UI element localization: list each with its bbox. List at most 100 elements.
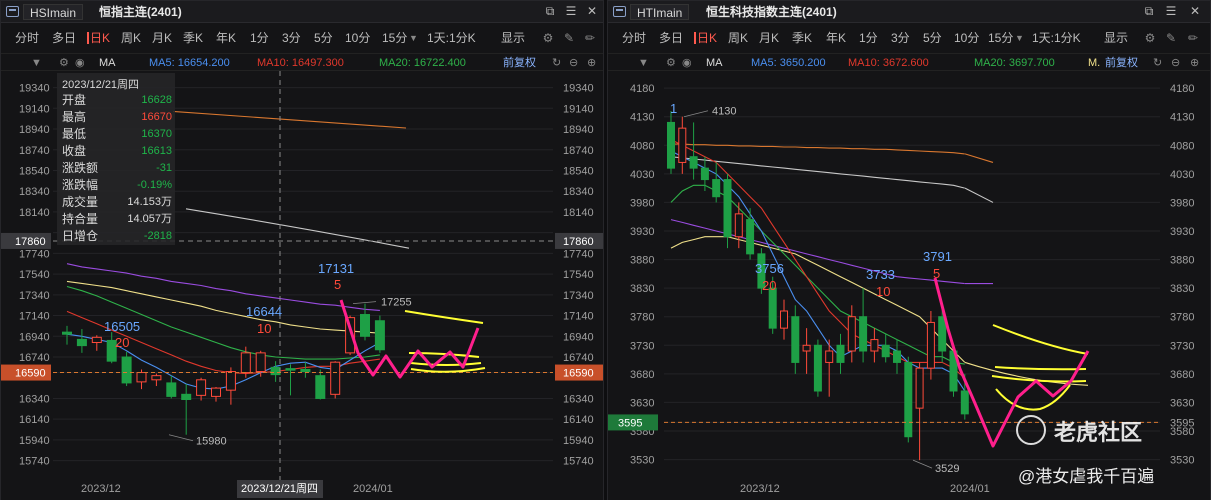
pencil-icon[interactable]: ✏	[1186, 31, 1200, 45]
gear-icon[interactable]: ⚙	[59, 54, 69, 72]
settings-list-icon[interactable]: ☰	[564, 4, 578, 18]
tf-multiday[interactable]: 多日	[659, 26, 683, 50]
y-tick-label-right: 3980	[1170, 197, 1194, 209]
candle-body	[881, 344, 890, 358]
settings-list-icon[interactable]: ☰	[1164, 4, 1178, 18]
tf-15min[interactable]: 15分	[988, 26, 1013, 50]
y-tick-label-left: 3730	[630, 340, 654, 352]
tf-quarterly[interactable]: 季K	[792, 26, 812, 50]
symbol-tab[interactable]: HSImain	[23, 4, 84, 20]
ma-type[interactable]: MA	[99, 54, 116, 72]
symbol-tab[interactable]: HTImain	[630, 4, 690, 20]
tf-monthly[interactable]: 月K	[759, 26, 779, 50]
popout-icon[interactable]: ⧉	[1142, 4, 1156, 18]
candle-body	[62, 331, 72, 335]
gear-icon[interactable]: ⚙	[666, 54, 676, 72]
x-axis-label: 2023/12	[81, 483, 121, 495]
candle-body	[330, 361, 341, 395]
tf-5min[interactable]: 5分	[923, 26, 942, 50]
chart-tab-icon	[6, 6, 19, 17]
tf-daily[interactable]: 日K	[693, 26, 717, 50]
tiger-logo-icon	[1016, 415, 1046, 445]
candle-body	[315, 375, 326, 399]
gear-icon[interactable]: ⚙	[1143, 31, 1157, 45]
eye-icon[interactable]: ◉	[682, 54, 692, 72]
info-row: 最高 16670	[62, 109, 172, 125]
y-tick-label-left: 17340	[19, 290, 50, 302]
pencil-icon[interactable]: ✏	[583, 31, 597, 45]
contract-title: 恒指主连(2401)	[99, 5, 182, 19]
chevron-down-icon[interactable]: ▼	[1015, 26, 1024, 50]
y-tick-label-left: 18540	[19, 165, 50, 177]
y-tick-label-right: 4030	[1170, 169, 1194, 181]
tf-yearly[interactable]: 年K	[216, 26, 236, 50]
tf-multiday[interactable]: 多日	[52, 26, 76, 50]
range-select[interactable]: 1天:1分K	[1032, 26, 1081, 50]
ma-legend-bar: ▼ ⚙ ◉ MA MA5: 3650.200 MA10: 3672.600 MA…	[608, 53, 1210, 71]
y-tick-label-left: 4030	[630, 169, 654, 181]
zoom-in-icon[interactable]: ⊕	[587, 54, 596, 72]
tf-monthly[interactable]: 月K	[152, 26, 172, 50]
candle-body	[667, 121, 675, 169]
y-tick-label-left: 18140	[19, 207, 50, 219]
tf-intraday[interactable]: 分时	[15, 26, 39, 50]
tf-daily[interactable]: 日K	[86, 26, 110, 50]
chevron-down-icon[interactable]: ▼	[409, 26, 418, 50]
y-tick-label-left: 3530	[630, 455, 654, 467]
indicator-icon[interactable]: ✎	[1164, 31, 1178, 45]
zoom-out-icon[interactable]: ⊖	[569, 54, 578, 72]
tf-5min[interactable]: 5分	[314, 26, 333, 50]
adjust-select[interactable]: 前复权	[503, 54, 536, 72]
tf-15min[interactable]: 15分	[382, 26, 407, 50]
y-tick-label-right: 18540	[563, 165, 594, 177]
tf-10min[interactable]: 10分	[954, 26, 979, 50]
candle-body	[870, 339, 879, 352]
display-menu[interactable]: 显示	[1104, 26, 1128, 50]
tf-weekly[interactable]: 周K	[728, 26, 748, 50]
indicator-icon[interactable]: ✎	[562, 31, 576, 45]
info-row: 持合量 14.057万	[62, 211, 172, 227]
y-tick-label-left: 3780	[630, 312, 654, 324]
info-label: 涨跌幅	[62, 178, 99, 192]
candle-body	[825, 350, 834, 363]
y-tick-label-left: 15740	[19, 456, 50, 468]
popout-icon[interactable]: ⧉	[543, 4, 557, 18]
refresh-icon[interactable]: ↻	[552, 54, 561, 72]
y-tick-label-right: 3730	[1170, 340, 1194, 352]
crosshair-price-label-right: 17860	[563, 236, 594, 248]
refresh-icon[interactable]: ↻	[1153, 54, 1162, 72]
tf-yearly[interactable]: 年K	[826, 26, 846, 50]
adjust-select[interactable]: 前复权	[1105, 54, 1138, 72]
tf-weekly[interactable]: 周K	[121, 26, 141, 50]
y-tick-label-left: 18940	[19, 124, 50, 136]
tf-1min[interactable]: 1分	[250, 26, 269, 50]
tf-intraday[interactable]: 分时	[622, 26, 646, 50]
info-row: 涨跌幅 -0.19%	[62, 177, 172, 193]
zoom-out-icon[interactable]: ⊖	[1171, 54, 1180, 72]
zoom-in-icon[interactable]: ⊕	[1190, 54, 1199, 72]
y-tick-label-left: 16140	[19, 414, 50, 426]
collapse-icon[interactable]: ▼	[31, 54, 42, 72]
tf-3min[interactable]: 3分	[282, 26, 301, 50]
candle-body	[678, 127, 687, 163]
range-select[interactable]: 1天:1分K	[427, 26, 476, 50]
info-label: 最低	[62, 127, 87, 141]
collapse-icon[interactable]: ▼	[638, 54, 649, 72]
y-tick-label-right: 3780	[1170, 312, 1194, 324]
info-value: 14.153万	[127, 196, 172, 208]
y-tick-label-right: 4180	[1170, 83, 1194, 95]
tf-10min[interactable]: 10分	[345, 26, 370, 50]
close-icon[interactable]: ✕	[1188, 4, 1202, 18]
display-menu[interactable]: 显示	[501, 26, 525, 50]
ma-type[interactable]: MA	[706, 54, 723, 72]
y-tick-label-left: 4080	[630, 140, 654, 152]
tf-3min[interactable]: 3分	[891, 26, 910, 50]
eye-icon[interactable]: ◉	[75, 54, 85, 72]
candle-body	[700, 167, 709, 181]
tf-quarterly[interactable]: 季K	[183, 26, 203, 50]
y-tick-label-right: 15740	[563, 456, 594, 468]
close-icon[interactable]: ✕	[585, 4, 599, 18]
candle-body	[712, 179, 721, 198]
gear-icon[interactable]: ⚙	[541, 31, 555, 45]
tf-1min[interactable]: 1分	[859, 26, 878, 50]
